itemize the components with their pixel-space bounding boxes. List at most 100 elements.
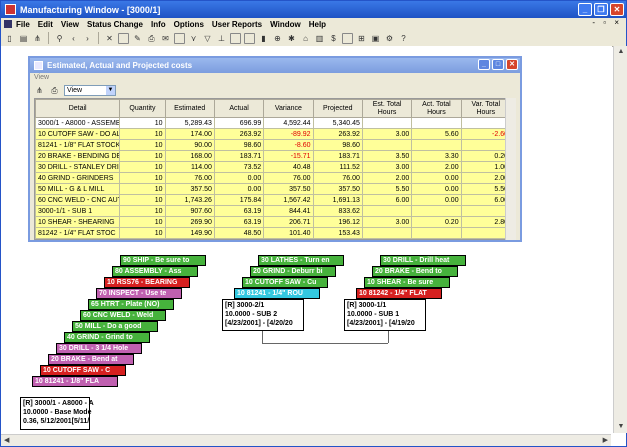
operation-node[interactable]: 10 RSS76 - BEARING [104, 277, 190, 288]
column-header[interactable]: Act. Total Hours [411, 99, 462, 118]
table-row[interactable]: 50 MILL - G & L MILL 10 357.50 0.00 357.50 35… [35, 183, 509, 195]
cost-maximize-button[interactable]: □ [492, 59, 504, 70]
calendar-icon[interactable] [342, 32, 353, 44]
chevron-down-icon[interactable]: ▼ [106, 85, 115, 95]
open-icon[interactable]: ▤ [18, 33, 29, 44]
grid-vertical-scrollbar[interactable] [505, 98, 516, 240]
operation-node[interactable]: 20 BRAKE - Bend at [48, 354, 134, 365]
filter-icon[interactable]: ⋎ [188, 33, 199, 44]
operation-node[interactable]: 70 INSPECT - Use te [96, 288, 182, 299]
edit-icon[interactable]: ✎ [132, 33, 143, 44]
table-row[interactable]: 10 SHEAR - SHEARING 10 269.90 63.19 206.71 19… [35, 216, 509, 228]
routing-box-sub2[interactable]: [R] 3000-2/1 10.0000 - SUB 2 [4/23/2001]… [222, 299, 304, 331]
close-button[interactable]: ✕ [610, 3, 624, 16]
bars-icon[interactable]: ▥ [314, 33, 325, 44]
help-icon[interactable]: ? [398, 33, 409, 44]
chart-icon[interactable]: ▮ [258, 33, 269, 44]
menu-user-reports[interactable]: User Reports [212, 20, 262, 29]
table-row[interactable]: 81241 - 1/8" FLAT STOCK 10 90.00 98.60 -8.60… [35, 139, 509, 151]
next-icon[interactable]: › [82, 33, 93, 44]
menu-status-change[interactable]: Status Change [87, 20, 143, 29]
view1-icon[interactable] [230, 32, 241, 44]
scroll-down-icon[interactable]: ▼ [614, 421, 627, 433]
cost-menu-view[interactable]: View [30, 73, 520, 83]
find-icon[interactable]: ⚲ [54, 33, 65, 44]
column-header[interactable]: Var. Total Hours [460, 99, 509, 118]
table-row[interactable]: 30 DRILL - STANLEY DRILL 10 114.00 73.52 40.… [35, 161, 509, 173]
operation-node[interactable]: 60 CNC WELD - Weld [80, 310, 166, 321]
scroll-left-icon[interactable]: ◀ [4, 435, 9, 446]
column-header[interactable]: Actual [213, 99, 265, 118]
print-icon[interactable]: ⎙ [49, 85, 60, 96]
table-row[interactable]: 40 GRIND - GRINDERS 10 76.00 0.00 76.00 76.00… [35, 172, 509, 184]
menu-options[interactable]: Options [174, 20, 204, 29]
prev-icon[interactable]: ‹ [68, 33, 79, 44]
new-icon[interactable]: ▯ [4, 33, 15, 44]
operation-node[interactable]: 90 SHIP - Be sure to [120, 255, 206, 266]
operation-node[interactable]: 10 SHEAR - Be sure [364, 277, 450, 288]
operation-node[interactable]: 10 81242 - 1/4" FLAT [356, 288, 442, 299]
report-icon[interactable]: ▣ [370, 33, 381, 44]
menu-help[interactable]: Help [309, 20, 326, 29]
menu-view[interactable]: View [61, 20, 79, 29]
grid-icon[interactable] [174, 32, 185, 44]
cost-minimize-button[interactable]: _ [478, 59, 490, 70]
table-row[interactable]: 10 CUTOFF SAW - DO ALL (10 174.00 263.92 -8… [35, 128, 509, 140]
operation-node[interactable]: 10 81241 - 1/8" FLA [32, 376, 118, 387]
funnel-icon[interactable]: ▽ [202, 33, 213, 44]
minimize-button[interactable]: _ [578, 3, 592, 16]
star-icon[interactable]: ✱ [286, 33, 297, 44]
column-header[interactable]: Estimated [164, 99, 215, 118]
table-row[interactable]: 20 BRAKE - BENDING DEPT10168.00183.71-15… [35, 150, 509, 162]
cost-window-title-bar[interactable]: Estimated, Actual and Projected costs _ … [30, 58, 520, 73]
menu-window[interactable]: Window [270, 20, 301, 29]
column-header[interactable]: Projected [312, 99, 363, 118]
operation-node[interactable]: 10 CUTOFF SAW - C [40, 365, 126, 376]
column-header[interactable]: Est. Total Hours [361, 99, 413, 118]
main-vertical-scrollbar[interactable]: ▲ ▼ [613, 46, 627, 433]
print-icon[interactable]: ⎙ [146, 33, 157, 44]
column-header[interactable]: Variance [263, 99, 314, 118]
table-row[interactable]: 3000/1 - A8000 - ASSEMBLE105,289.43696.9… [35, 117, 509, 129]
menu-edit[interactable]: Edit [38, 20, 53, 29]
copy-icon[interactable] [118, 32, 129, 44]
menu-file[interactable]: File [16, 20, 30, 29]
mdi-controls[interactable]: - ▫ × [592, 18, 622, 27]
menu-info[interactable]: Info [151, 20, 166, 29]
operation-node[interactable]: 20 GRIND - Deburr bi [250, 266, 336, 277]
operation-node[interactable]: 80 ASSEMBLY - Ass [112, 266, 198, 277]
cost-icon[interactable]: $ [328, 33, 339, 44]
cost-close-button[interactable]: ✕ [506, 59, 518, 70]
column-header[interactable]: Quantity [119, 99, 166, 118]
operation-node[interactable]: 10 81241 - 1/4" ROU [234, 288, 320, 299]
tree-icon[interactable]: ⋔ [34, 85, 45, 96]
house-icon[interactable]: ⌂ [300, 33, 311, 44]
view2-icon[interactable] [244, 32, 255, 44]
routing-box-sub1[interactable]: [R] 3000-1/1 10.0000 - SUB 1 [4/23/2001]… [344, 299, 426, 331]
scroll-up-icon[interactable]: ▲ [614, 46, 627, 58]
restore-button[interactable]: ❐ [594, 3, 608, 16]
scroll-right-icon[interactable]: ▶ [603, 435, 608, 446]
routing-box-main[interactable]: [R] 3000/1 - A8000 - A 10.0000 - Base Mo… [20, 397, 94, 430]
table-row[interactable]: 3000-1/1 - SUB 1 10 907.60 63.19 844.41 833.6… [35, 205, 509, 217]
table-row[interactable]: 81242 - 1/4" FLAT STOC 10 149.90 48.50 101.4… [35, 227, 509, 239]
main-horizontal-scrollbar[interactable]: ◀ ▶ [1, 434, 611, 446]
operation-node[interactable]: 30 LATHES - Turn en [258, 255, 344, 266]
table-icon[interactable]: ⊞ [356, 33, 367, 44]
operation-node[interactable]: 50 MILL - Do a good [72, 321, 158, 332]
operation-node[interactable]: 30 DRILL - Drill heat [380, 255, 466, 266]
delete-icon[interactable]: ✕ [104, 33, 115, 44]
table-row[interactable]: 20 BRAKE - BENDING DE10252.000.00252.002… [35, 238, 509, 239]
operation-node[interactable]: 65 HTRT - Plate (NO) [88, 299, 174, 310]
operation-node[interactable]: 30 DRILL - 3 1/4 Hole [56, 343, 142, 354]
operation-node[interactable]: 10 CUTOFF SAW - Cu [242, 277, 328, 288]
zoom-icon[interactable]: ⊕ [272, 33, 283, 44]
tree-icon[interactable]: ⋔ [32, 33, 43, 44]
settings-icon[interactable]: ⚙ [384, 33, 395, 44]
table-row[interactable]: 60 CNC WELD - CNC AUTO 10 1,743.26 175.84 1,… [35, 194, 509, 206]
view-select[interactable]: View ▼ [64, 84, 116, 96]
operation-node[interactable]: 40 GRIND - Grind to [64, 332, 150, 343]
pin-icon[interactable]: ⊥ [216, 33, 227, 44]
operation-node[interactable]: 20 BRAKE - Bend to [372, 266, 458, 277]
column-header[interactable]: Detail [35, 99, 121, 118]
